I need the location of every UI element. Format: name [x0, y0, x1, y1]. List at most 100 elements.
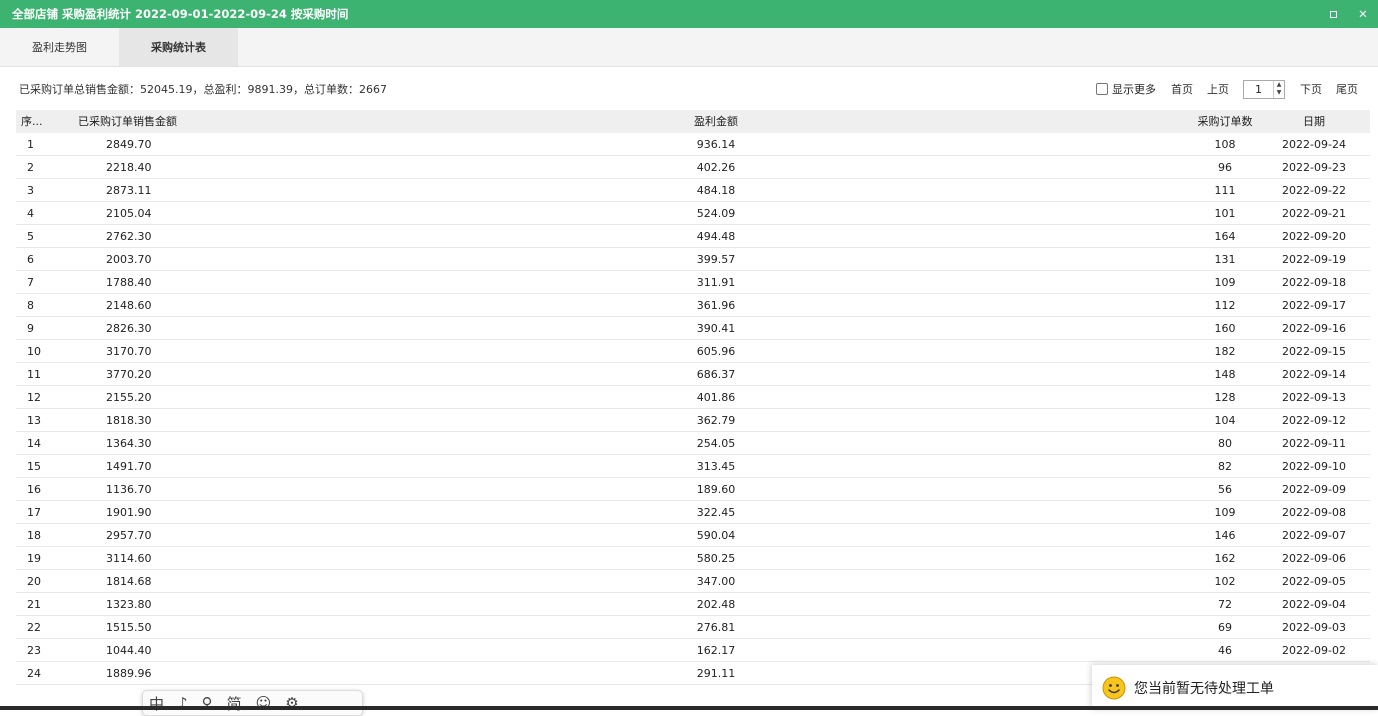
cell-date: 2022-09-08 — [1282, 506, 1346, 519]
cell-date: 2022-09-12 — [1282, 414, 1346, 427]
table-row[interactable]: 16 1136.70 189.60 56 2022-09-09 — [16, 478, 1370, 501]
tab-purchase-stats[interactable]: 采购统计表 — [119, 28, 238, 66]
cell-index: 5 — [27, 230, 34, 243]
cell-index: 24 — [27, 667, 41, 680]
table-row[interactable]: 21 1323.80 202.48 72 2022-09-04 — [16, 593, 1370, 616]
toolbar: 已采购订单总销售金额：52045.19，总盈利：9891.39，总订单数：266… — [0, 68, 1378, 110]
cell-sales: 2105.04 — [106, 207, 152, 220]
cell-count: 160 — [1214, 322, 1236, 335]
prev-page-link[interactable]: 上页 — [1207, 81, 1229, 97]
table-row[interactable]: 22 1515.50 276.81 69 2022-09-03 — [16, 616, 1370, 639]
stepper-arrows[interactable]: ▲ ▼ — [1273, 80, 1284, 98]
cell-sales: 2762.30 — [106, 230, 152, 243]
cell-profit: 401.86 — [696, 391, 736, 404]
close-button[interactable]: ✕ — [1348, 0, 1378, 28]
cell-date: 2022-09-14 — [1282, 368, 1346, 381]
cell-count: 182 — [1214, 345, 1236, 358]
cell-count: 131 — [1214, 253, 1236, 266]
table-row[interactable]: 20 1814.68 347.00 102 2022-09-05 — [16, 570, 1370, 593]
col-header-date[interactable]: 日期 — [1274, 110, 1354, 133]
cell-count: 69 — [1218, 621, 1232, 634]
table-row[interactable]: 3 2873.11 484.18 111 2022-09-22 — [16, 179, 1370, 202]
cell-sales: 2148.60 — [106, 299, 152, 312]
cell-index: 6 — [27, 253, 34, 266]
cell-date: 2022-09-20 — [1282, 230, 1346, 243]
next-page-link[interactable]: 下页 — [1300, 81, 1322, 97]
table-row[interactable]: 11 3770.20 686.37 148 2022-09-14 — [16, 363, 1370, 386]
last-page-link[interactable]: 尾页 — [1336, 81, 1358, 97]
table-row[interactable]: 23 1044.40 162.17 46 2022-09-02 — [16, 639, 1370, 662]
cell-index: 11 — [27, 368, 41, 381]
tab-bar: 盈利走势图 采购统计表 — [0, 28, 1378, 67]
cell-sales: 2957.70 — [106, 529, 152, 542]
cell-profit: 189.60 — [696, 483, 736, 496]
cell-sales: 1814.68 — [106, 575, 152, 588]
cell-count: 162 — [1214, 552, 1236, 565]
table-row[interactable]: 6 2003.70 399.57 131 2022-09-19 — [16, 248, 1370, 271]
cell-date: 2022-09-19 — [1282, 253, 1346, 266]
cell-date: 2022-09-16 — [1282, 322, 1346, 335]
col-header-count[interactable]: 采购订单数 — [1184, 110, 1266, 133]
ime-language-icon[interactable]: 中 — [149, 693, 164, 714]
cell-sales: 1818.30 — [106, 414, 152, 427]
col-header-index[interactable]: 序... — [21, 110, 59, 133]
window-title: 全部店铺 采购盈利统计 2022-09-01-2022-09-24 按采购时间 — [12, 7, 349, 21]
cell-profit: 590.04 — [696, 529, 736, 542]
maximize-button[interactable] — [1318, 0, 1348, 28]
table-row[interactable]: 4 2105.04 524.09 101 2022-09-21 — [16, 202, 1370, 225]
table-row[interactable]: 19 3114.60 580.25 162 2022-09-06 — [16, 547, 1370, 570]
table-row[interactable]: 13 1818.30 362.79 104 2022-09-12 — [16, 409, 1370, 432]
table-row[interactable]: 10 3170.70 605.96 182 2022-09-15 — [16, 340, 1370, 363]
cell-sales: 1323.80 — [106, 598, 152, 611]
taskbar-edge — [0, 706, 1378, 710]
cell-index: 13 — [27, 414, 41, 427]
stepper-down-icon[interactable]: ▼ — [1274, 89, 1284, 97]
cell-index: 10 — [27, 345, 41, 358]
cell-count: 104 — [1214, 414, 1236, 427]
table-row[interactable]: 9 2826.30 390.41 160 2022-09-16 — [16, 317, 1370, 340]
cell-profit: 494.48 — [696, 230, 736, 243]
page-number-stepper[interactable]: 1 ▲ ▼ — [1243, 79, 1285, 99]
cell-index: 23 — [27, 644, 41, 657]
cell-index: 2 — [27, 161, 34, 174]
notification-text: 您当前暂无待处理工单 — [1134, 680, 1274, 697]
cell-profit: 580.25 — [696, 552, 736, 565]
table-row[interactable]: 5 2762.30 494.48 164 2022-09-20 — [16, 225, 1370, 248]
maximize-icon — [1329, 10, 1337, 18]
tab-profit-trend[interactable]: 盈利走势图 — [0, 28, 119, 66]
table-row[interactable]: 15 1491.70 313.45 82 2022-09-10 — [16, 455, 1370, 478]
cell-sales: 3770.20 — [106, 368, 152, 381]
ime-toolbar: 中 ♪ ⚲ 简 ☺ ⚙ — [142, 690, 363, 716]
cell-count: 96 — [1218, 161, 1232, 174]
ime-simplified-icon[interactable]: 简 — [227, 693, 242, 714]
table-row[interactable]: 2 2218.40 402.26 96 2022-09-23 — [16, 156, 1370, 179]
table-row[interactable]: 17 1901.90 322.45 109 2022-09-08 — [16, 501, 1370, 524]
cell-index: 8 — [27, 299, 34, 312]
table-row[interactable]: 1 2849.70 936.14 108 2022-09-24 — [16, 133, 1370, 156]
notification-popup[interactable]: 您当前暂无待处理工单 — [1092, 665, 1378, 710]
cell-sales: 3114.60 — [106, 552, 152, 565]
page-number-value[interactable]: 1 — [1244, 83, 1273, 96]
show-more-label[interactable]: 显示更多 — [1112, 81, 1156, 97]
show-more-checkbox[interactable] — [1096, 83, 1108, 95]
table-row[interactable]: 12 2155.20 401.86 128 2022-09-13 — [16, 386, 1370, 409]
cell-profit: 254.05 — [696, 437, 736, 450]
cell-profit: 322.45 — [696, 506, 736, 519]
stepper-up-icon[interactable]: ▲ — [1274, 81, 1284, 89]
col-header-sales[interactable]: 已采购订单销售金额 — [78, 110, 218, 133]
cell-index: 14 — [27, 437, 41, 450]
cell-sales: 1044.40 — [106, 644, 152, 657]
cell-index: 22 — [27, 621, 41, 634]
cell-index: 1 — [27, 138, 34, 151]
cell-profit: 605.96 — [696, 345, 736, 358]
table-row[interactable]: 14 1364.30 254.05 80 2022-09-11 — [16, 432, 1370, 455]
cell-count: 128 — [1214, 391, 1236, 404]
col-header-profit[interactable]: 盈利金额 — [656, 110, 776, 133]
cell-profit: 202.48 — [696, 598, 736, 611]
first-page-link[interactable]: 首页 — [1171, 81, 1193, 97]
table-row[interactable]: 18 2957.70 590.04 146 2022-09-07 — [16, 524, 1370, 547]
cell-profit: 402.26 — [696, 161, 736, 174]
table-row[interactable]: 8 2148.60 361.96 112 2022-09-17 — [16, 294, 1370, 317]
cell-profit: 390.41 — [696, 322, 736, 335]
table-row[interactable]: 7 1788.40 311.91 109 2022-09-18 — [16, 271, 1370, 294]
